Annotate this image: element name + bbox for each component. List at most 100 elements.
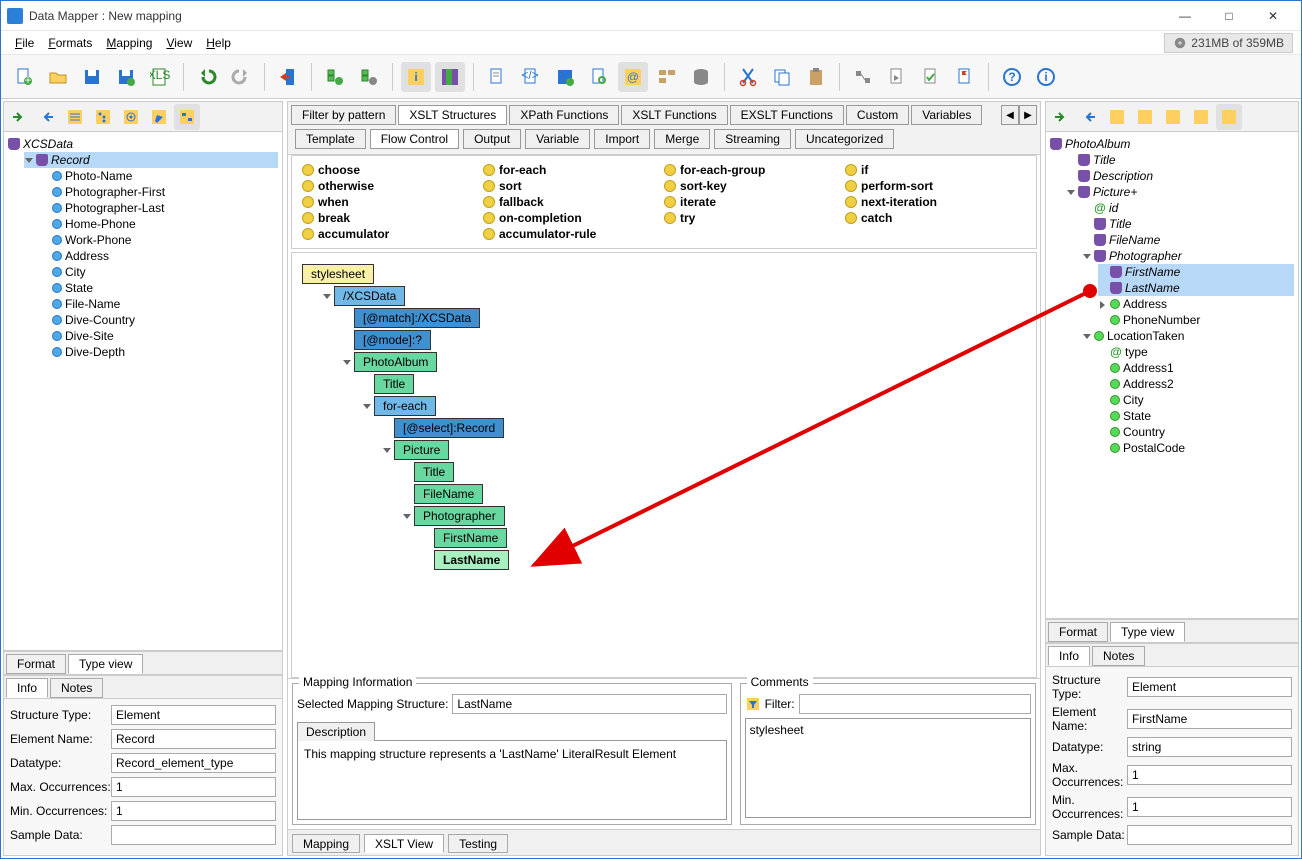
menu-help[interactable]: Help — [200, 34, 237, 52]
comments-filter-input[interactable] — [799, 694, 1031, 714]
toggle-icon[interactable] — [1082, 251, 1092, 261]
cut-button[interactable] — [733, 62, 763, 92]
toggle-icon[interactable] — [402, 511, 412, 521]
configure-source-button[interactable] — [354, 62, 384, 92]
attribute-button[interactable]: @ — [618, 62, 648, 92]
menu-mapping[interactable]: Mapping — [100, 34, 158, 52]
subtab-template[interactable]: Template — [295, 129, 366, 149]
tree-node[interactable]: State — [40, 280, 278, 296]
copy-button[interactable] — [767, 62, 797, 92]
map-node-photoalbum[interactable]: PhotoAlbum — [354, 352, 437, 372]
list-button[interactable] — [1104, 104, 1130, 130]
map-node-lastname[interactable]: LastName — [434, 550, 509, 570]
expand-all-button[interactable] — [6, 104, 32, 130]
flag-button[interactable] — [950, 62, 980, 92]
tab-custom[interactable]: Custom — [846, 105, 909, 125]
tree-node[interactable]: Address1 — [1098, 360, 1294, 376]
tab-format[interactable]: Format — [6, 654, 66, 674]
menu-formats[interactable]: Formats — [42, 34, 98, 52]
subtab-import[interactable]: Import — [594, 129, 650, 149]
subtab-output[interactable]: Output — [463, 129, 521, 149]
map-node-photographer[interactable]: Photographer — [414, 506, 505, 526]
function-item[interactable]: sort-key — [664, 178, 845, 194]
map-node-stylesheet[interactable]: stylesheet — [302, 264, 374, 284]
tree-node[interactable]: Dive-Country — [40, 312, 278, 328]
target-panel-button[interactable] — [435, 62, 465, 92]
new-doc-button[interactable] — [482, 62, 512, 92]
tree-node-root[interactable]: XCSData — [8, 136, 278, 152]
function-item[interactable]: perform-sort — [845, 178, 1026, 194]
tab-xpath-functions[interactable]: XPath Functions — [509, 105, 619, 125]
tab-xslt-view[interactable]: XSLT View — [364, 834, 444, 853]
sample-data-field[interactable] — [111, 825, 276, 845]
playback-button[interactable] — [882, 62, 912, 92]
scroll-left-button[interactable]: ◀ — [1001, 105, 1019, 125]
tab-typeview[interactable]: Type view — [1110, 622, 1185, 642]
toggle-icon[interactable] — [322, 291, 332, 301]
structure-type-field[interactable] — [1127, 677, 1292, 697]
map-node-mode[interactable]: [@mode]:? — [354, 330, 431, 350]
map-node-ptitle[interactable]: Title — [414, 462, 454, 482]
save-doc-button[interactable] — [550, 62, 580, 92]
collapse-all-button[interactable] — [34, 104, 60, 130]
map-node-xcsdata[interactable]: /XCSData — [334, 286, 405, 306]
exit-button[interactable] — [273, 62, 303, 92]
edit-button[interactable] — [1188, 104, 1214, 130]
help-button[interactable]: ? — [997, 62, 1027, 92]
preview-button[interactable] — [1160, 104, 1186, 130]
new-file-button[interactable]: + — [9, 62, 39, 92]
validate-button[interactable] — [916, 62, 946, 92]
function-item[interactable]: accumulator-rule — [483, 226, 664, 242]
tree-node[interactable]: Photo-Name — [40, 168, 278, 184]
datatype-field[interactable] — [111, 753, 276, 773]
map-node-title[interactable]: Title — [374, 374, 414, 394]
tree-node[interactable]: @type — [1098, 344, 1294, 360]
max-occur-field[interactable] — [111, 777, 276, 797]
datatype-field[interactable] — [1127, 737, 1292, 757]
toggle-icon[interactable] — [24, 155, 34, 165]
tab-notes[interactable]: Notes — [50, 678, 103, 698]
mapping-canvas[interactable]: stylesheet /XCSData [@match]:/XCSData [@… — [291, 252, 1037, 678]
tree-node-lastname[interactable]: LastName — [1098, 280, 1294, 296]
tab-format[interactable]: Format — [1048, 622, 1108, 642]
subtab-flow-control[interactable]: Flow Control — [370, 129, 459, 149]
function-item[interactable]: on-completion — [483, 210, 664, 226]
subtab-variable[interactable]: Variable — [525, 129, 590, 149]
min-occur-field[interactable] — [1127, 797, 1292, 817]
tree-button[interactable] — [90, 104, 116, 130]
function-item[interactable]: sort — [483, 178, 664, 194]
tab-exslt-functions[interactable]: EXSLT Functions — [730, 105, 844, 125]
tab-mapping[interactable]: Mapping — [292, 834, 360, 853]
subtab-merge[interactable]: Merge — [654, 129, 710, 149]
find-doc-button[interactable] — [584, 62, 614, 92]
scroll-right-button[interactable]: ▶ — [1019, 105, 1037, 125]
tree-node-firstname[interactable]: FirstName — [1098, 264, 1294, 280]
sample-data-field[interactable] — [1127, 825, 1292, 845]
map-node-filename[interactable]: FileName — [414, 484, 483, 504]
layout-button[interactable] — [652, 62, 682, 92]
tree-node[interactable]: State — [1098, 408, 1294, 424]
tab-info[interactable]: Info — [6, 678, 48, 698]
menu-file[interactable]: File — [9, 34, 40, 52]
element-name-field[interactable] — [1127, 709, 1292, 729]
save-button[interactable] — [77, 62, 107, 92]
redo-button[interactable] — [226, 62, 256, 92]
function-item[interactable]: iterate — [664, 194, 845, 210]
min-occur-field[interactable] — [111, 801, 276, 821]
subtab-uncategorized[interactable]: Uncategorized — [795, 129, 894, 149]
preview-button[interactable] — [118, 104, 144, 130]
function-item[interactable]: if — [845, 162, 1026, 178]
tab-testing[interactable]: Testing — [448, 834, 508, 853]
function-item[interactable]: break — [302, 210, 483, 226]
map-node-select[interactable]: [@select]:Record — [394, 418, 504, 438]
filter-by-pattern-button[interactable]: Filter by pattern — [291, 105, 396, 125]
tree-node[interactable]: City — [40, 264, 278, 280]
max-occur-field[interactable] — [1127, 765, 1292, 785]
undo-button[interactable] — [192, 62, 222, 92]
tab-variables[interactable]: Variables — [911, 105, 982, 125]
code-doc-button[interactable]: </> — [516, 62, 546, 92]
tree-node[interactable]: Home-Phone — [40, 216, 278, 232]
function-item[interactable]: fallback — [483, 194, 664, 210]
tree-node-photographer[interactable]: Photographer — [1082, 248, 1294, 264]
tab-notes[interactable]: Notes — [1092, 646, 1145, 666]
